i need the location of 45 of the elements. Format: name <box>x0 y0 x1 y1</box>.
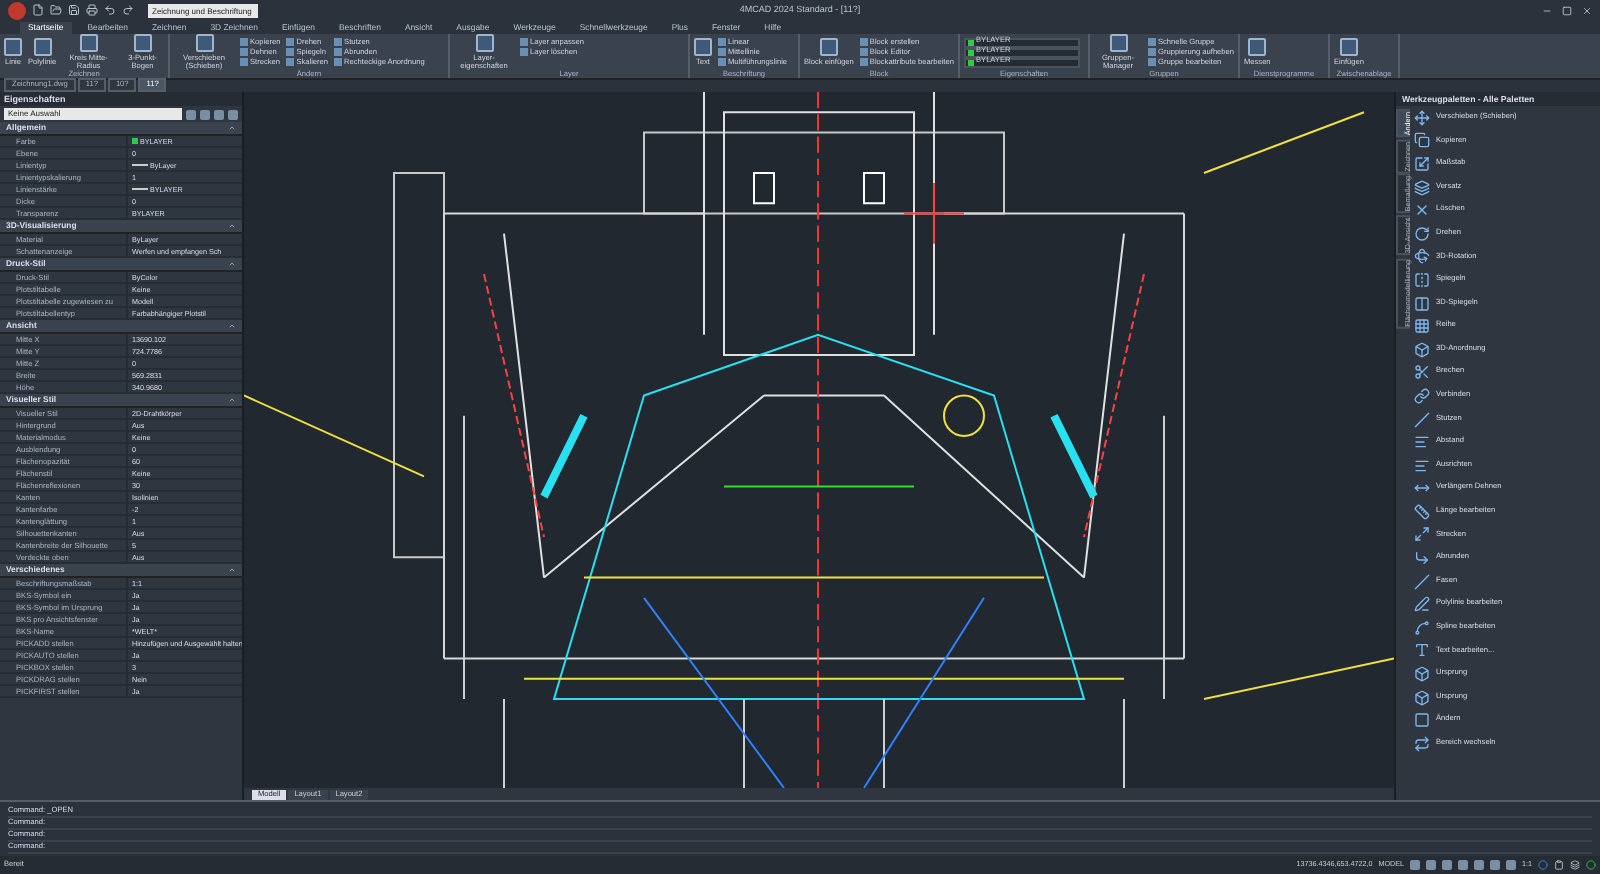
save-icon[interactable] <box>68 4 80 16</box>
layers-icon <box>1414 179 1430 196</box>
printer-icon[interactable] <box>86 4 98 16</box>
layers-icon[interactable] <box>1570 860 1580 870</box>
array-icon <box>1414 318 1430 335</box>
new-file-icon[interactable] <box>32 4 44 16</box>
color-swatch <box>968 59 974 65</box>
color-swatch <box>968 49 974 55</box>
mirror-3d-icon <box>1414 295 1430 312</box>
mirror-icon <box>1414 271 1430 288</box>
color-swatch <box>132 138 138 144</box>
spline-icon <box>1414 619 1430 636</box>
line-sample <box>132 164 148 166</box>
status-indicator-icon[interactable] <box>1586 860 1596 870</box>
align-icon <box>1414 434 1430 451</box>
scale-icon <box>1414 155 1430 172</box>
align-icon <box>1414 457 1430 474</box>
cube-icon <box>1414 689 1430 706</box>
app-logo-icon[interactable] <box>8 1 26 19</box>
text-icon <box>1414 642 1430 659</box>
minimize-icon[interactable] <box>1542 5 1552 15</box>
copy-icon <box>1414 132 1430 149</box>
join-icon <box>1414 387 1430 404</box>
move-icon <box>1414 109 1430 126</box>
redo-icon[interactable] <box>122 4 134 16</box>
fillet-icon <box>1414 550 1430 567</box>
rotate-3d-icon <box>1414 248 1430 265</box>
square-icon <box>1414 712 1430 729</box>
extend-icon <box>1414 480 1430 497</box>
isolate-icon[interactable] <box>1538 860 1548 870</box>
cube-icon <box>1414 341 1430 358</box>
cube-icon <box>1414 666 1430 683</box>
ruler-icon <box>1414 503 1430 520</box>
stretch-icon <box>1414 526 1430 543</box>
undo-icon[interactable] <box>104 4 116 16</box>
folder-icon[interactable] <box>50 4 62 16</box>
break-icon <box>1414 364 1430 381</box>
maximize-icon[interactable] <box>1562 5 1572 15</box>
rotate-icon <box>1414 225 1430 242</box>
line-sample <box>132 188 148 190</box>
delete-icon <box>1414 202 1430 219</box>
color-swatch <box>968 39 974 45</box>
polyline-icon <box>1414 596 1430 613</box>
swap-icon <box>1414 735 1430 752</box>
clipboard-icon[interactable] <box>1554 860 1564 870</box>
